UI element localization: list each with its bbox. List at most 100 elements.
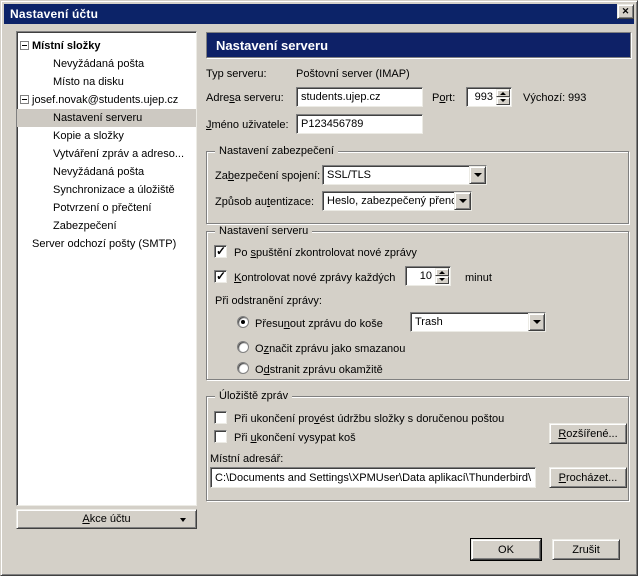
server-name-input[interactable] (296, 87, 423, 107)
storage-group-title: Úložiště zpráv (215, 390, 292, 403)
tree-item-label: Nastavení serveru (53, 112, 142, 124)
tree-item[interactable]: Kopie a složky (17, 127, 196, 145)
interval-spin-buttons (435, 268, 449, 284)
spinner-down-button[interactable] (435, 276, 449, 284)
tree-item-label: Vytváření zpráv a adreso... (53, 148, 184, 160)
auth-method-label: Způsob autentizace: (215, 195, 314, 209)
empty-trash-label: Při ukončení vysypat koš (234, 431, 356, 445)
tree-item[interactable]: Nastavení serveru (17, 109, 196, 127)
empty-trash-checkbox[interactable] (214, 430, 227, 443)
spinner-up-icon (500, 89, 506, 95)
tree-item-label: Místo na disku (53, 76, 124, 88)
delete-immediately-radio[interactable] (237, 362, 249, 374)
tree-item-label: Zabezpečení (53, 220, 117, 232)
tree-item-label: Nevyžádaná pošta (53, 58, 144, 70)
tree-item-label: josef.novak@students.ujep.cz (32, 94, 178, 106)
trash-folder-select[interactable]: Trash (410, 312, 546, 332)
tree-item[interactable]: Místní složky (17, 37, 196, 55)
tree-item-label: Nevyžádaná pošta (53, 166, 144, 178)
port-spinner (466, 87, 512, 107)
ok-button[interactable]: OK (471, 539, 541, 560)
server-type-label: Typ serveru: (206, 67, 267, 81)
server-name-label: Adresa serveru: (206, 91, 284, 105)
ok-button-label: OK (498, 544, 514, 556)
cancel-button[interactable]: Zrušit (552, 539, 620, 560)
tree-item[interactable]: Synchronizace a úložiště (17, 181, 196, 199)
server-settings-group: Nastavení serveru Po spuštění zkontrolov… (206, 231, 629, 380)
check-interval-label: Kontrolovat nové zprávy každých (234, 271, 395, 285)
spinner-up-icon (439, 268, 445, 274)
panel-header: Nastavení serveru (206, 32, 631, 58)
connection-security-select[interactable]: SSL/TLS (322, 165, 487, 185)
cancel-button-label: Zrušit (572, 544, 600, 556)
tree-item[interactable]: Potvrzení o přečtení (17, 199, 196, 217)
advanced-button-label: Rozšířené... (558, 428, 617, 440)
combo-arrow-button[interactable] (454, 192, 471, 210)
check-interval-suffix: minut (465, 271, 492, 285)
move-to-trash-radio[interactable] (237, 316, 249, 328)
tree-item[interactable]: Nevyžádaná pošta (17, 163, 196, 181)
browse-button[interactable]: Procházet... (549, 467, 627, 488)
check-interval-spinner (405, 266, 451, 286)
cleanup-inbox-label: Při ukončení provést údržbu složky s dor… (234, 412, 504, 426)
port-default-label: Výchozí: (523, 91, 565, 105)
tree-item[interactable]: Místo na disku (17, 73, 196, 91)
spinner-down-button[interactable] (496, 97, 510, 105)
account-actions-label: Akce účtu (82, 513, 130, 525)
spinner-up-button[interactable] (435, 268, 449, 276)
tree-item[interactable]: Zabezpečení (17, 217, 196, 235)
browse-button-label: Procházet... (559, 472, 618, 484)
spinner-up-button[interactable] (496, 89, 510, 97)
tree-item-label: Server odchozí pošty (SMTP) (32, 238, 176, 250)
tree-item-label: Potvrzení o přečtení (53, 202, 151, 214)
chevron-down-icon (474, 173, 482, 181)
tree-collapse-icon[interactable] (20, 95, 29, 104)
tree-item[interactable]: Vytváření zpráv a adreso... (17, 145, 196, 163)
mark-deleted-radio[interactable] (237, 341, 249, 353)
panel-title: Nastavení serveru (216, 38, 328, 53)
move-to-trash-label: Přesunout zprávu do koše (255, 317, 383, 331)
security-settings-group: Nastavení zabezpečení Zabezpečení spojen… (206, 151, 629, 224)
auth-method-select[interactable]: Heslo, zabezpečený přenos (322, 191, 472, 211)
user-name-input[interactable] (296, 114, 423, 134)
window-title: Nastavení účtu (10, 7, 98, 21)
spinner-down-icon (439, 278, 445, 284)
tree-item[interactable]: Server odchozí pošty (SMTP) (17, 235, 196, 253)
on-delete-label: Při odstranění zprávy: (215, 294, 322, 308)
port-default-value: 993 (568, 91, 586, 105)
chevron-down-icon (459, 199, 467, 207)
spinner-down-icon (500, 99, 506, 105)
combo-arrow-button[interactable] (469, 166, 486, 184)
advanced-button[interactable]: Rozšířené... (549, 423, 627, 444)
folder-tree[interactable]: Místní složky Nevyžádaná pošta Místo na di… (16, 31, 197, 506)
server-group-title: Nastavení serveru (215, 225, 312, 238)
tree-item[interactable]: Nevyžádaná pošta (17, 55, 196, 73)
server-type-value: Poštovní server (IMAP) (296, 67, 410, 81)
port-spin-buttons (496, 89, 510, 105)
auth-method-value: Heslo, zabezpečený přenos (323, 192, 454, 210)
message-storage-group: Úložiště zpráv Při ukončení provést údrž… (206, 396, 629, 501)
check-on-startup-label: Po spuštění zkontrolovat nové zprávy (234, 246, 417, 260)
user-name-label: Jméno uživatele: (206, 118, 289, 132)
mark-deleted-label: Označit zprávu jako smazanou (255, 342, 405, 356)
local-directory-input[interactable] (210, 467, 536, 488)
port-label: Port: (432, 91, 455, 105)
combo-arrow-button[interactable] (528, 313, 545, 331)
tree-item-label: Místní složky (32, 40, 100, 52)
trash-folder-value: Trash (411, 313, 528, 331)
check-interval-checkbox[interactable] (214, 270, 227, 283)
chevron-down-icon (533, 320, 541, 328)
delete-immediately-label: Odstranit zprávu okamžitě (255, 363, 383, 377)
tree-item[interactable]: josef.novak@students.ujep.cz (17, 91, 196, 109)
tree-collapse-icon[interactable] (20, 41, 29, 50)
tree-item-label: Synchronizace a úložiště (53, 184, 175, 196)
account-actions-button[interactable]: Akce účtu (16, 509, 197, 529)
security-group-title: Nastavení zabezpečení (215, 145, 338, 158)
connection-security-label: Zabezpečení spojení: (215, 169, 320, 183)
tree-item-label: Kopie a složky (53, 130, 124, 142)
cleanup-inbox-checkbox[interactable] (214, 411, 227, 424)
connection-security-value: SSL/TLS (323, 166, 469, 184)
check-on-startup-checkbox[interactable] (214, 245, 227, 258)
server-settings-panel: Nastavení serveru Typ serveru: Poštovní … (206, 1, 631, 576)
local-directory-label: Místní adresář: (210, 452, 283, 466)
